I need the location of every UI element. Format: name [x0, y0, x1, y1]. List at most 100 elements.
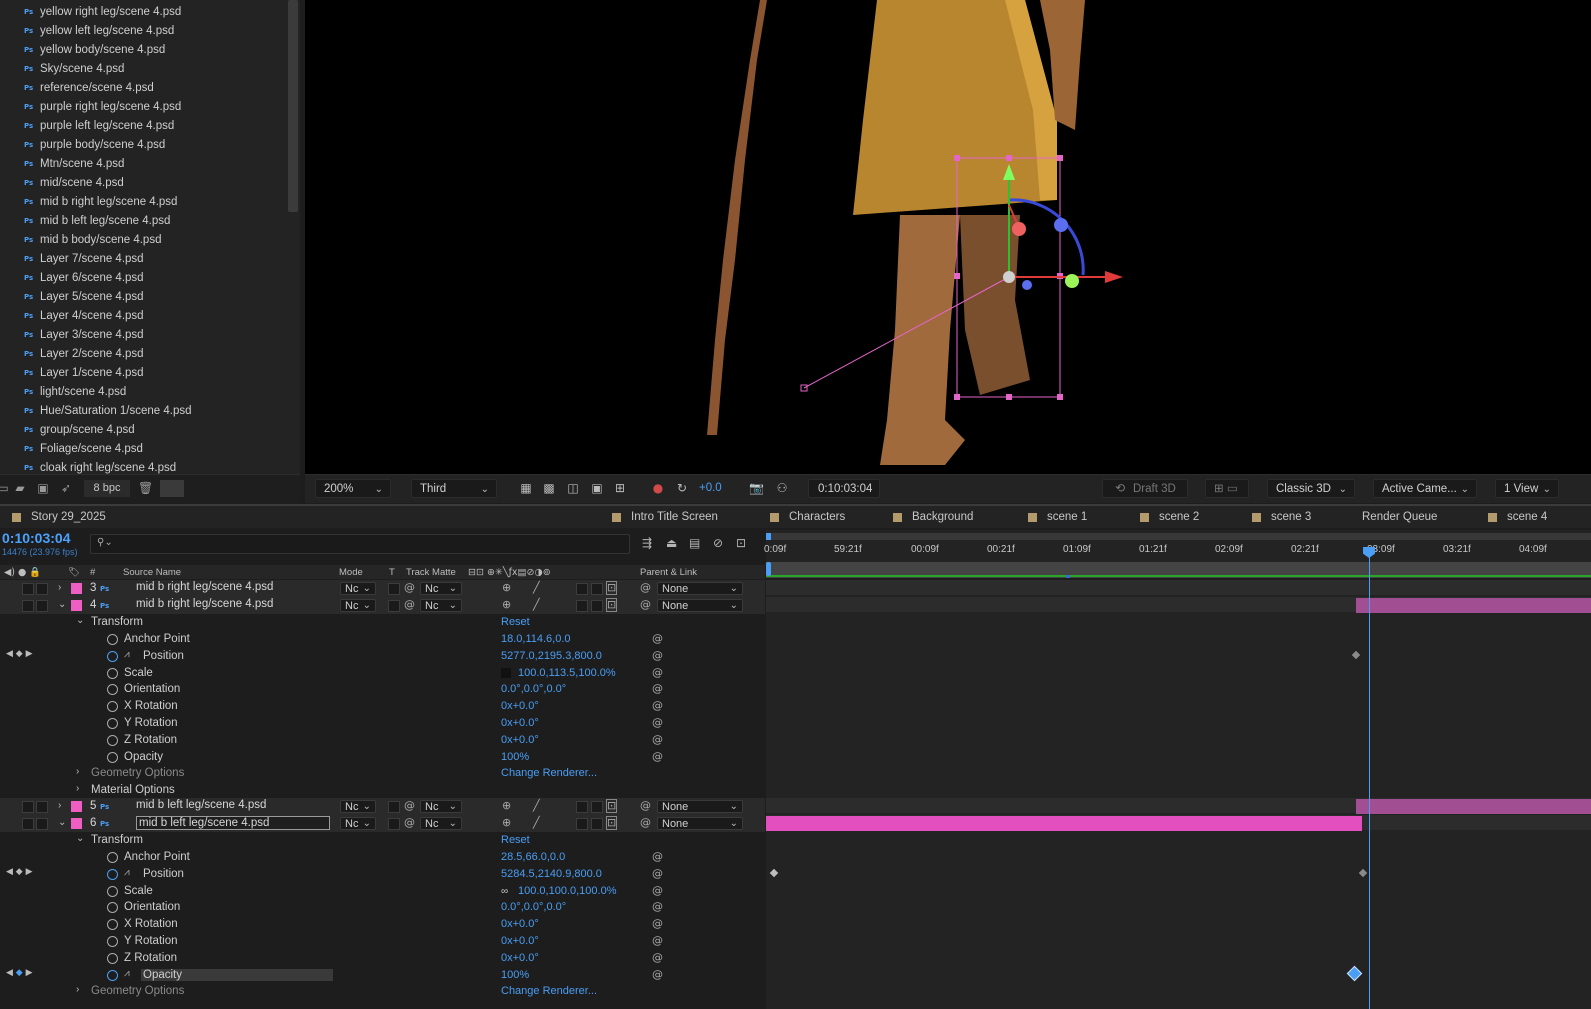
video-switch[interactable]: [22, 818, 34, 830]
transform-property[interactable]: Scale 100.0,113.5,100.0% @: [0, 665, 765, 682]
property-value[interactable]: 0x+0.0°: [501, 935, 539, 947]
opacity-keyframe-selected[interactable]: [1346, 965, 1363, 982]
comp-flowchart-icon[interactable]: ⇶: [642, 536, 652, 550]
render-icon[interactable]: ➶: [59, 481, 73, 495]
keyframe-navigator[interactable]: ◀ ◆ ▶: [6, 649, 33, 659]
quality-switch-icon[interactable]: ╱: [533, 598, 540, 611]
shy-switch-icon[interactable]: ⊕: [502, 816, 511, 829]
comp-tab[interactable]: Background: [893, 509, 973, 525]
3d-layer-switch-icon[interactable]: ⊡: [606, 816, 618, 830]
property-group[interactable]: ⌄ Transform Reset: [0, 832, 765, 849]
change-renderer-link[interactable]: Change Renderer...: [501, 767, 597, 779]
new-composition-icon[interactable]: ▣: [36, 481, 50, 495]
expression-pick-whip-icon[interactable]: @: [652, 632, 663, 645]
position-keyframe[interactable]: [769, 868, 779, 878]
transform-property[interactable]: Scale ∞ 100.0,100.0,100.0% @: [0, 883, 765, 900]
preserve-transparency-switch[interactable]: [388, 583, 400, 595]
project-item[interactable]: Ps mid b left leg/scene 4.psd: [0, 211, 285, 230]
quality-switch-icon[interactable]: ╱: [533, 581, 540, 594]
stopwatch-icon[interactable]: [107, 885, 118, 897]
keyframe-navigator[interactable]: ◀ ◆ ▶: [6, 867, 33, 877]
track-matte-dropdown[interactable]: Nc ⌄: [420, 582, 462, 595]
project-item[interactable]: Ps mid b right leg/scene 4.psd: [0, 192, 285, 211]
view-count-dropdown[interactable]: 1 View ⌄: [1495, 479, 1559, 498]
comp-tab[interactable]: scene 3: [1252, 509, 1311, 525]
expression-pick-whip-icon[interactable]: @: [652, 867, 663, 880]
interpret-footage-icon[interactable]: ▭: [0, 481, 10, 495]
project-item[interactable]: Ps light/scene 4.psd: [0, 382, 285, 401]
3d-ground-plane-toggle[interactable]: ⊞ ▭: [1205, 479, 1249, 498]
property-value[interactable]: 0x+0.0°: [501, 700, 539, 712]
reset-exposure-icon[interactable]: ↻: [675, 481, 689, 495]
channels-icon[interactable]: ●: [651, 481, 665, 495]
stopwatch-icon[interactable]: [107, 718, 118, 729]
layer-row[interactable]: ⌄ 4 Ps mid b right leg/scene 4.psd Nc ⌄ @…: [0, 597, 765, 614]
project-item[interactable]: Ps Layer 1/scene 4.psd: [0, 363, 285, 382]
adjustment-switch[interactable]: [591, 801, 603, 813]
transform-property[interactable]: Orientation 0.0°,0.0°,0.0° @: [0, 899, 765, 916]
comp-tab[interactable]: Intro Title Screen: [612, 509, 718, 525]
navigator-bar[interactable]: [766, 533, 1591, 540]
layer-duration-bar[interactable]: [766, 816, 1362, 831]
layer-source-name[interactable]: mid b right leg/scene 4.psd: [136, 581, 273, 593]
motion-blur-switch[interactable]: [576, 801, 588, 813]
transform-property[interactable]: Anchor Point 18.0,114.6,0.0 @: [0, 631, 765, 648]
project-item[interactable]: Ps Layer 7/scene 4.psd: [0, 249, 285, 268]
parent-pick-whip-icon[interactable]: @: [640, 799, 651, 812]
3d-layer-switch-icon[interactable]: ⊡: [606, 598, 618, 612]
stopwatch-icon[interactable]: [107, 936, 118, 947]
expression-pick-whip-icon[interactable]: @: [652, 917, 663, 930]
project-item[interactable]: Ps Sky/scene 4.psd: [0, 59, 285, 78]
project-item[interactable]: Ps Layer 2/scene 4.psd: [0, 344, 285, 363]
shy-switch-icon[interactable]: ⊕: [502, 581, 511, 594]
constrain-proportions-icon[interactable]: [501, 667, 511, 678]
viewer-timecode[interactable]: 0:10:03:04: [808, 479, 880, 498]
property-value[interactable]: 0x+0.0°: [501, 717, 539, 729]
3d-layer-switch-icon[interactable]: ⊡: [606, 581, 618, 595]
chevron-down-icon[interactable]: ⌄: [58, 817, 66, 828]
track-row[interactable]: [766, 580, 1591, 595]
chevron-right-icon[interactable]: ›: [58, 800, 61, 811]
current-time-display[interactable]: 0:10:03:04: [2, 530, 71, 546]
comp-tab[interactable]: Characters: [770, 509, 845, 525]
transform-property[interactable]: Z Rotation 0x+0.0° @: [0, 950, 765, 967]
blend-mode-dropdown[interactable]: Nc ⌄: [340, 817, 376, 830]
comp-tab[interactable]: scene 4: [1488, 509, 1547, 525]
trash-icon[interactable]: 🗑: [138, 481, 153, 495]
adjustment-switch[interactable]: [591, 583, 603, 595]
stopwatch-icon[interactable]: [107, 969, 118, 981]
layer-label-color[interactable]: [71, 818, 82, 829]
motion-blur-switch[interactable]: [576, 600, 588, 612]
parent-dropdown[interactable]: None ⌄: [657, 817, 743, 830]
transform-property[interactable]: ◀ ◆ ▶ ⩘ Position 5277.0,2195.3,800.0 @: [0, 648, 765, 665]
project-item[interactable]: Ps Layer 6/scene 4.psd: [0, 268, 285, 287]
expression-pick-whip-icon[interactable]: @: [652, 649, 663, 662]
reset-link[interactable]: Reset: [501, 834, 530, 846]
graph-icon[interactable]: ⩘: [124, 649, 130, 660]
toggle-mask-icon[interactable]: ▦: [519, 481, 533, 495]
pick-whip-icon[interactable]: @: [404, 799, 415, 812]
chevron-right-icon[interactable]: ›: [58, 582, 61, 593]
blend-mode-dropdown[interactable]: Nc ⌄: [340, 599, 376, 612]
expression-pick-whip-icon[interactable]: @: [652, 682, 663, 695]
transform-property[interactable]: Orientation 0.0°,0.0°,0.0° @: [0, 681, 765, 698]
chevron-right-icon[interactable]: ›: [76, 984, 79, 995]
snapshot-icon[interactable]: 📷: [749, 481, 764, 495]
stopwatch-icon[interactable]: [107, 701, 118, 713]
draft-3d-timeline-icon[interactable]: ⏏: [666, 536, 677, 550]
layer-duration-bar[interactable]: [1356, 598, 1591, 613]
pick-whip-icon[interactable]: @: [404, 816, 415, 829]
property-value[interactable]: 5284.5,2140.9,800.0: [501, 868, 602, 880]
adjustment-switch[interactable]: [591, 818, 603, 830]
parent-pick-whip-icon[interactable]: @: [640, 816, 651, 829]
quality-switch-icon[interactable]: ╱: [533, 816, 540, 829]
view-layout-dropdown[interactable]: Third ⌄: [411, 479, 497, 498]
solo-switch[interactable]: [36, 818, 48, 830]
track-matte-dropdown[interactable]: Nc ⌄: [420, 817, 462, 830]
property-group[interactable]: › Geometry Options Change Renderer...: [0, 983, 765, 1000]
time-ruler[interactable]: 0:09f 59:21f 00:09f 00:21f 01:09f 01:21f 02:09…: [764, 530, 1591, 562]
property-value[interactable]: 28.5,66.0,0.0: [501, 851, 565, 863]
stopwatch-icon[interactable]: [107, 919, 118, 931]
column-source-name[interactable]: Source Name: [123, 567, 181, 578]
property-value[interactable]: 0x+0.0°: [501, 952, 539, 964]
